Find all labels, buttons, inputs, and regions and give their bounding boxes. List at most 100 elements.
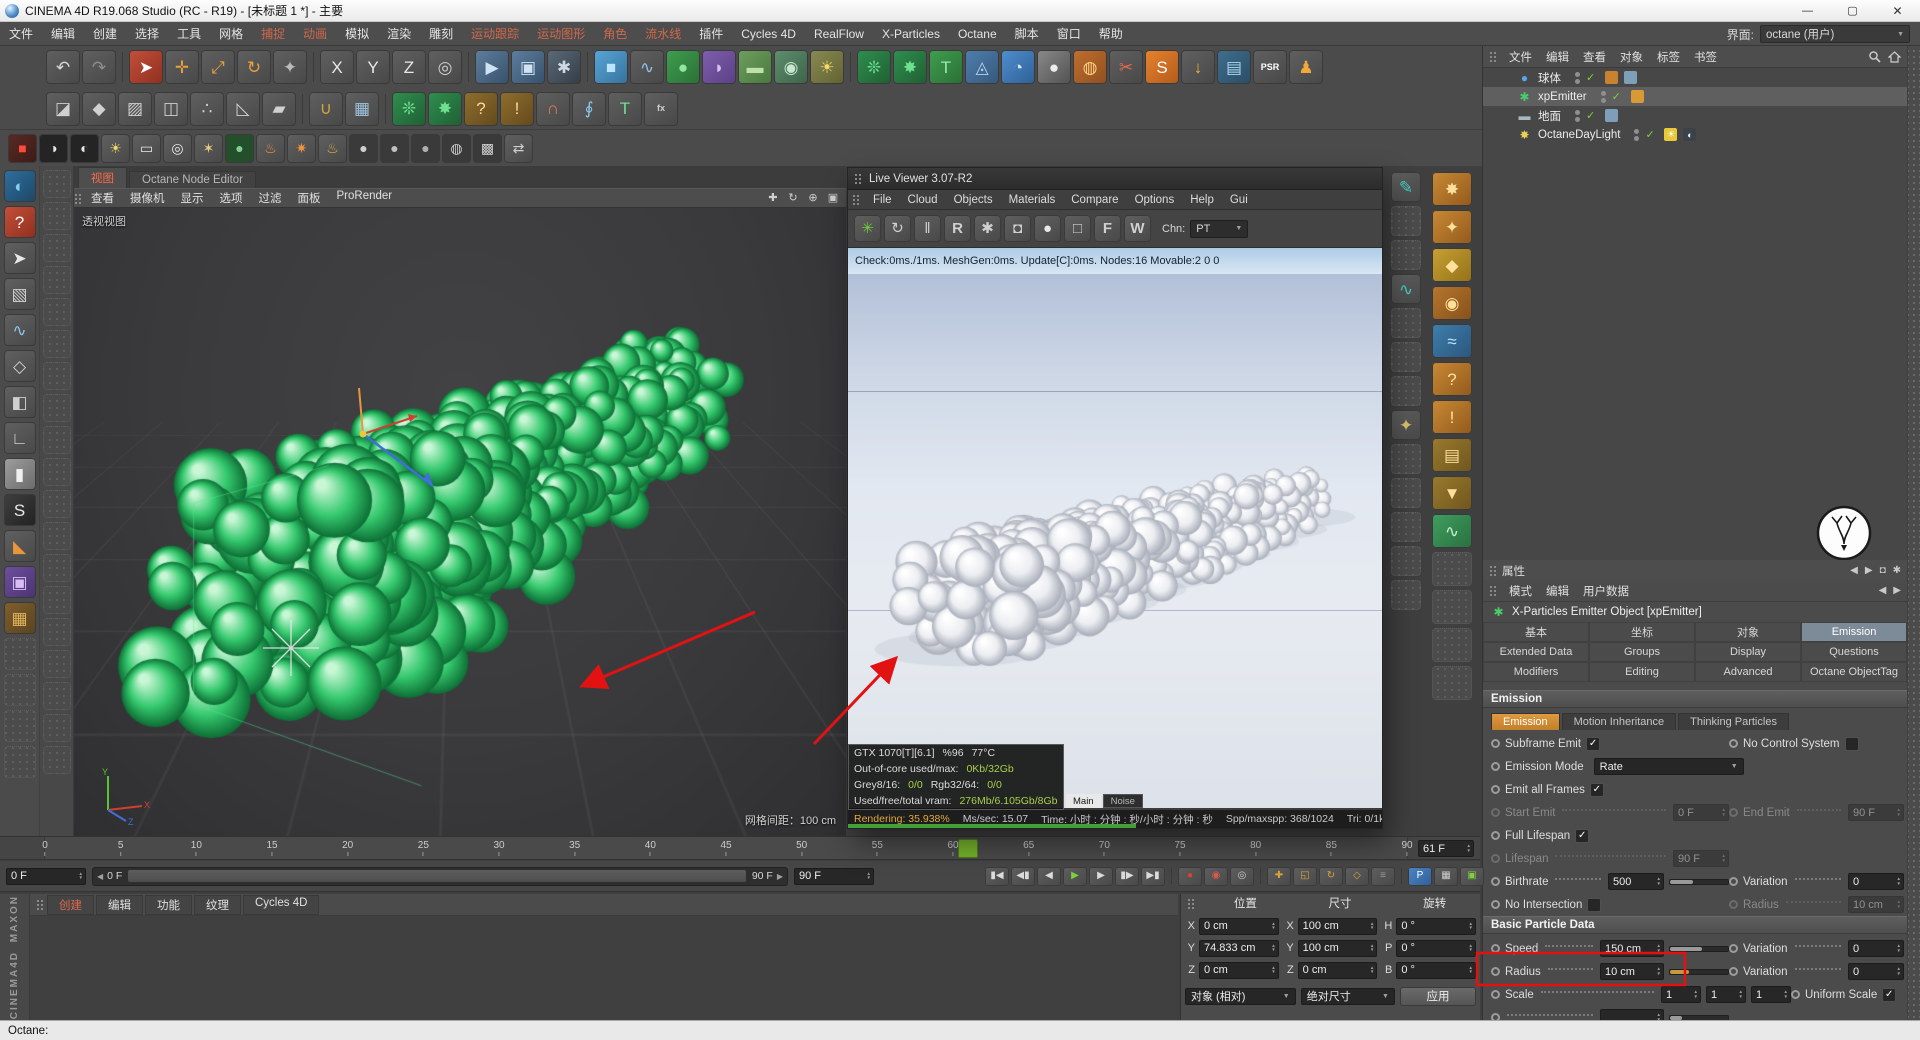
octane-object-tag[interactable] — [1631, 90, 1644, 103]
xp-question-icon[interactable]: ? — [464, 92, 498, 126]
keyframe-circle[interactable] — [1491, 762, 1500, 771]
gray-material-ball2-icon[interactable]: ● — [380, 134, 409, 163]
xp-modifier-shelf-icon[interactable]: ◆ — [1432, 248, 1472, 282]
tracer-icon[interactable]: T — [608, 92, 642, 126]
toggle-active-view-icon[interactable]: ▣ — [824, 190, 842, 206]
panel-grip[interactable] — [36, 899, 45, 910]
content-browser-globe-icon[interactable]: ◐ — [4, 170, 36, 202]
full-lifespan-checkbox[interactable]: ✓ — [1575, 829, 1589, 843]
restart-render-icon[interactable]: ↻ — [884, 215, 911, 242]
minimize-button[interactable]: — — [1785, 0, 1830, 21]
download-icon[interactable]: ↓ — [1181, 50, 1215, 84]
menu-item-雕刻[interactable]: 雕刻 — [420, 25, 462, 42]
autokey-button[interactable]: ◉ — [1204, 867, 1228, 886]
menu-item-帮助[interactable]: 帮助 — [1090, 25, 1132, 42]
sketch-shading-icon[interactable]: S — [4, 494, 36, 526]
keyframe-circle[interactable] — [1729, 877, 1738, 886]
visibility-dots[interactable] — [1575, 110, 1580, 122]
empty-palette-slot[interactable] — [43, 266, 71, 294]
tab-main[interactable]: Main — [1066, 794, 1101, 808]
model-mode-icon[interactable]: ◆ — [82, 92, 116, 126]
menu-item-纹理[interactable]: 纹理 — [194, 895, 241, 915]
record-scale-toggle[interactable]: ◱ — [1293, 867, 1317, 886]
empty-palette-slot[interactable] — [1391, 546, 1421, 576]
scissors-icon[interactable]: ✂ — [1109, 50, 1143, 84]
object-name[interactable]: 球体 — [1538, 70, 1561, 86]
emit-all-frames-checkbox[interactable]: ✓ — [1590, 783, 1604, 797]
spline-tool-icon[interactable]: ∿ — [4, 314, 36, 346]
apply-button[interactable]: 应用 — [1400, 987, 1476, 1006]
emission-section-header[interactable]: Emission — [1483, 690, 1907, 708]
object-axis-gizmo[interactable] — [329, 376, 479, 526]
attribute-tab-Editing[interactable]: Editing — [1589, 662, 1695, 682]
empty-palette-slot[interactable] — [1391, 512, 1421, 542]
add-subdivision-surface[interactable]: ● — [666, 50, 700, 84]
menu-item-Cloud[interactable]: Cloud — [900, 194, 946, 206]
current-frame-input[interactable]: 61 F▲▼ — [1418, 840, 1474, 857]
play-forwards-button[interactable]: ▶ — [1063, 867, 1087, 886]
pause-render-icon[interactable]: ‖ — [914, 215, 941, 242]
object-name[interactable]: xpEmitter — [1538, 91, 1587, 103]
empty-palette-slot[interactable] — [1391, 376, 1421, 406]
fire-preset-icon[interactable]: ♨ — [256, 134, 285, 163]
close-button[interactable]: ✕ — [1875, 0, 1920, 21]
menu-item-创建[interactable]: 创建 — [47, 895, 94, 915]
keyframe-circle[interactable] — [1491, 967, 1500, 976]
lock-z-axis[interactable]: Z — [392, 50, 426, 84]
size-x-input[interactable]: 100 cm▲▼ — [1298, 918, 1378, 935]
record-keyframe-button[interactable]: ● — [1178, 867, 1202, 886]
layer-manager-icon[interactable]: ▣ — [4, 566, 36, 598]
live-viewer-titlebar[interactable]: Live Viewer 3.07-R2 — [848, 168, 1382, 190]
empty-palette-slot[interactable] — [43, 330, 71, 358]
xp-action-shelf-icon[interactable]: ! — [1432, 400, 1472, 434]
xp-light-icon[interactable]: ✦ — [1391, 410, 1421, 440]
checker-material-ball-icon[interactable]: ▩ — [473, 134, 502, 163]
menu-item-流水线[interactable]: 流水线 — [636, 25, 690, 42]
menu-item-网格[interactable]: 网格 — [210, 25, 252, 42]
history-back-icon[interactable]: ◀ — [1850, 565, 1858, 576]
empty-palette-slot[interactable] — [43, 202, 71, 230]
menu-item-过滤[interactable]: 过滤 — [251, 190, 290, 206]
go-to-start-button[interactable]: ▮◀ — [985, 867, 1009, 886]
search-icon[interactable] — [1868, 50, 1881, 63]
selection-arrow-icon[interactable]: ➤ — [4, 242, 36, 274]
empty-palette-slot[interactable] — [1391, 342, 1421, 372]
paint-tool-icon[interactable]: ◣ — [4, 530, 36, 562]
record-parameter-toggle[interactable]: ◇ — [1345, 867, 1369, 886]
render-region-icon[interactable]: ■ — [8, 134, 37, 163]
channel-dropdown[interactable]: PT ▼ — [1190, 220, 1248, 238]
keyframe-circle[interactable] — [1729, 967, 1738, 976]
xp-question-shelf-icon[interactable]: ? — [1432, 362, 1472, 396]
menu-item-运动图形[interactable]: 运动图形 — [528, 25, 594, 42]
menu-item-Materials[interactable]: Materials — [1001, 194, 1064, 206]
menu-item-用户数据[interactable]: 用户数据 — [1576, 583, 1636, 599]
radius-input[interactable]: 10 cm▲▼ — [1600, 963, 1664, 980]
menu-item-Options[interactable]: Options — [1127, 194, 1183, 206]
add-spline-pen[interactable]: ∿ — [630, 50, 664, 84]
rotate-tool[interactable]: ↻ — [237, 50, 271, 84]
make-editable-icon[interactable]: ◪ — [46, 92, 80, 126]
menu-item-编辑[interactable]: 编辑 — [1539, 583, 1576, 599]
rectangle-selection-icon[interactable]: ▧ — [4, 278, 36, 310]
menu-item-X-Particles[interactable]: X-Particles — [873, 27, 949, 41]
panel-grip[interactable] — [854, 173, 863, 184]
octane-logo-icon[interactable]: ✳ — [854, 215, 881, 242]
sun-tag[interactable]: ☀ — [1664, 128, 1677, 141]
range-start-input[interactable]: 0 F▲▼ — [6, 868, 86, 885]
attribute-tab-Extended Data[interactable]: Extended Data — [1483, 642, 1589, 662]
enable-check[interactable]: ✓ — [1586, 71, 1599, 84]
no-intersection-checkbox[interactable] — [1587, 898, 1601, 912]
attribute-tab-对象[interactable]: 对象 — [1695, 622, 1801, 642]
object-row-OctaneDayLight[interactable]: ✸OctaneDayLight✓☀◐ — [1483, 125, 1907, 144]
range-left-arrow-icon[interactable]: ◀ — [97, 872, 103, 881]
menu-item-书签[interactable]: 书签 — [1687, 49, 1724, 65]
visibility-dots[interactable] — [1634, 129, 1639, 141]
keyframe-circle[interactable] — [1491, 1013, 1500, 1020]
smoke-preset-icon[interactable]: ♨ — [318, 134, 347, 163]
pos-y-input[interactable]: 74.833 cm▲▼ — [1199, 940, 1279, 957]
fx-icon[interactable]: fx — [644, 92, 678, 126]
ies-light-icon[interactable]: ✶ — [194, 134, 223, 163]
scale-z-input[interactable]: 1▲▼ — [1751, 986, 1791, 1003]
polygon-tool-icon[interactable]: ◇ — [4, 350, 36, 382]
xparticles-system-icon[interactable]: ❊ — [857, 50, 891, 84]
